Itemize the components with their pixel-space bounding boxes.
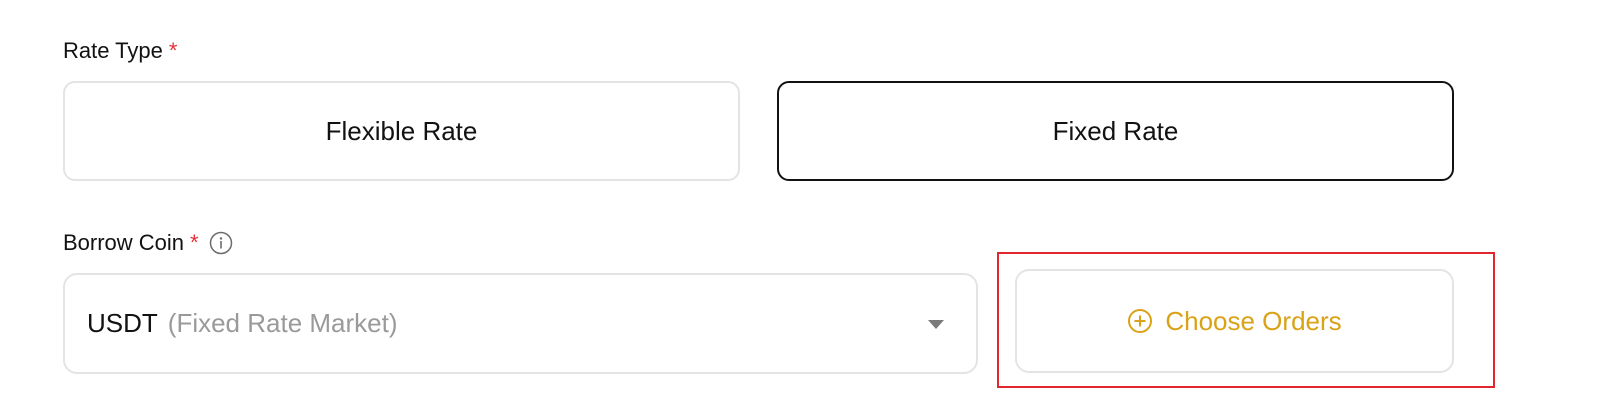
coin-market: (Fixed Rate Market) <box>167 308 398 338</box>
caret-down-icon <box>926 317 946 331</box>
borrow-coin-label-text: Borrow Coin <box>63 230 185 255</box>
fixed-rate-option[interactable]: Fixed Rate <box>777 81 1454 181</box>
borrow-coin-select[interactable]: USDT (Fixed Rate Market) <box>63 273 978 374</box>
rate-type-label-text: Rate Type <box>63 38 163 63</box>
choose-orders-label: Choose Orders <box>1165 305 1342 336</box>
plus-circle-icon <box>1127 308 1153 334</box>
flexible-rate-label: Flexible Rate <box>325 115 478 146</box>
required-asterisk: * <box>190 230 199 255</box>
borrow-form: Rate Type * Flexible Rate Fixed Rate Bor… <box>0 0 1600 420</box>
rate-type-label: Rate Type * <box>63 38 177 64</box>
borrow-coin-label: Borrow Coin * <box>63 230 233 256</box>
coin-symbol: USDT <box>87 308 158 338</box>
info-icon[interactable] <box>209 231 233 255</box>
choose-orders-button[interactable]: Choose Orders <box>1015 269 1454 373</box>
fixed-rate-label: Fixed Rate <box>1052 115 1179 146</box>
required-asterisk: * <box>168 38 178 63</box>
flexible-rate-option[interactable]: Flexible Rate <box>63 81 740 181</box>
